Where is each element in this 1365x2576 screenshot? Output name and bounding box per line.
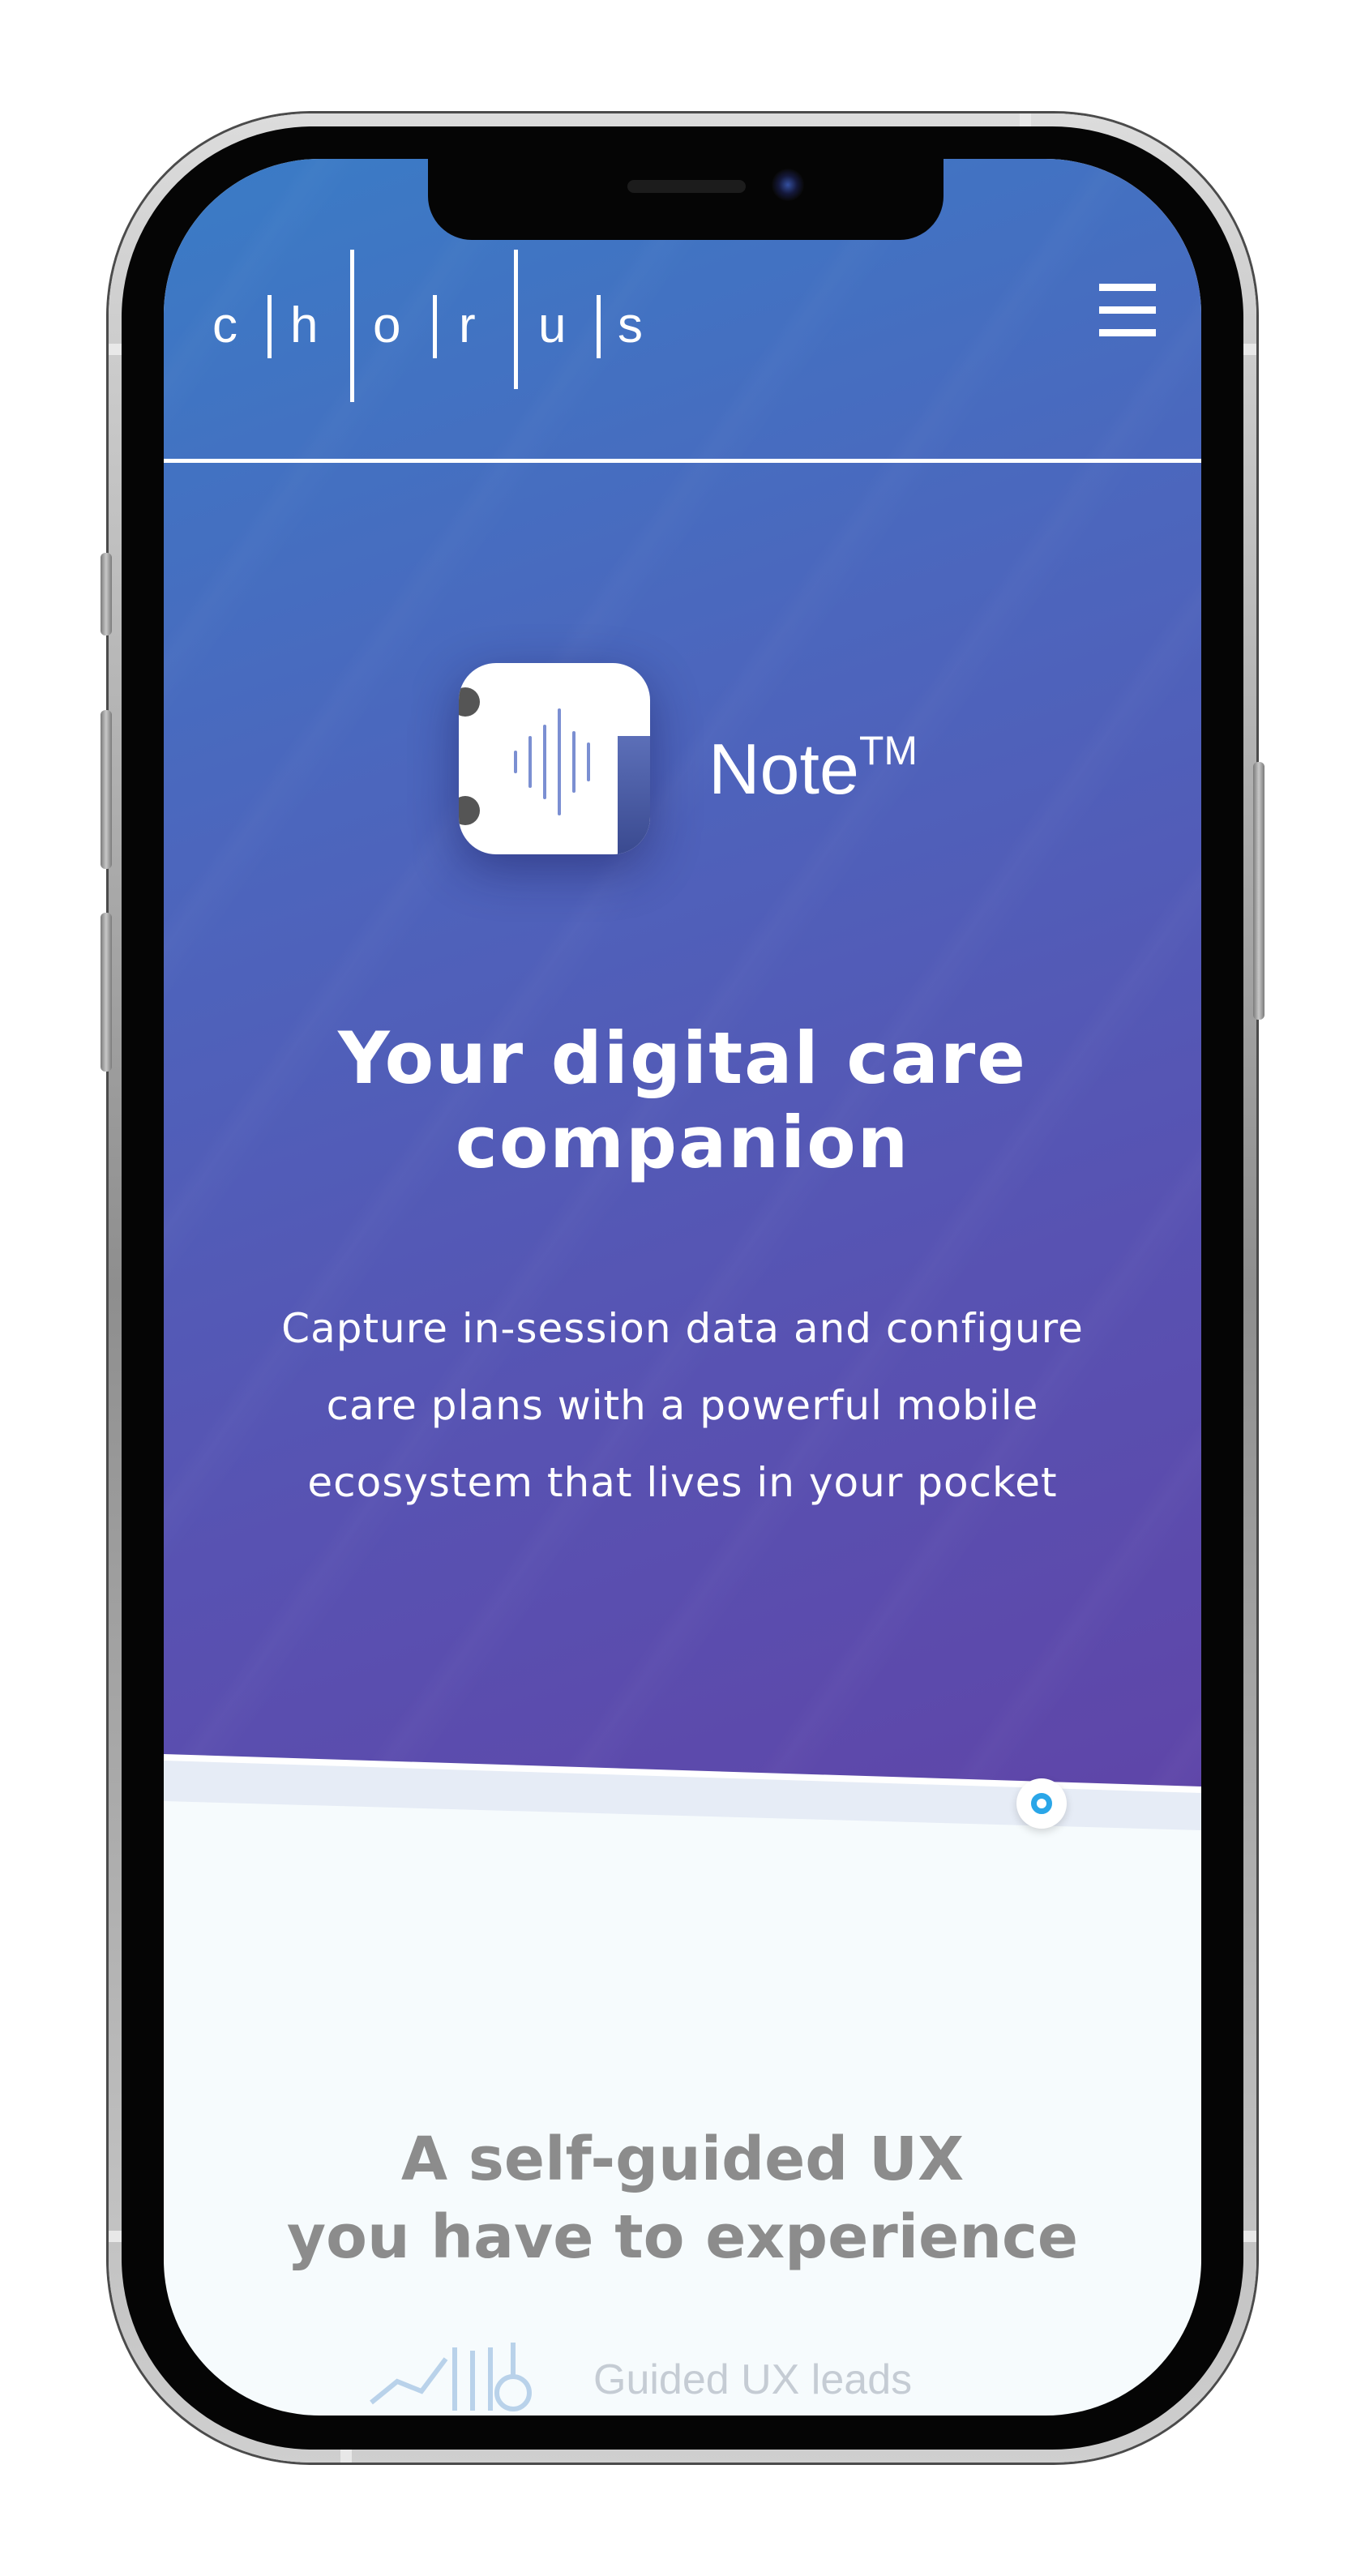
hamburger-menu-icon[interactable] [1099, 284, 1156, 340]
section-title: A self-guided UX you have to experience [164, 2120, 1201, 2276]
phone-screen: c h o r u s NoteTM Your digital care com… [164, 159, 1201, 2416]
waveform-bar [514, 751, 517, 773]
hero-subtitle: Capture in-session data and configure ca… [229, 1290, 1136, 1521]
phone-notch [428, 159, 944, 240]
waveform-bar [587, 742, 590, 781]
feature-item: Guided UX leads [368, 2339, 1146, 2416]
logo-divider [433, 295, 437, 358]
volume-up-button [101, 710, 112, 869]
menu-line [1099, 284, 1156, 291]
speaker-grille [627, 180, 746, 193]
waveform-bar [572, 731, 576, 793]
logo-letter-s: s [618, 297, 643, 353]
logo-letter-r: r [459, 297, 476, 353]
volume-down-button [101, 913, 112, 1072]
antenna-line [1020, 113, 1031, 126]
header-divider [164, 459, 1201, 463]
logo-divider [597, 295, 601, 358]
app-icon-edge [618, 736, 650, 854]
antenna-line [109, 2231, 122, 2242]
app-name-text: Note [708, 729, 859, 809]
note-app-icon [459, 663, 650, 854]
antenna-line [1243, 344, 1256, 355]
timeline-marker[interactable] [1016, 1778, 1067, 1829]
antenna-line [1243, 2231, 1256, 2242]
menu-line [1099, 306, 1156, 314]
waveform-bar [543, 725, 546, 799]
binder-ring-icon [459, 796, 480, 825]
power-button [1253, 762, 1264, 1020]
hero-title-line: companion [455, 1101, 910, 1184]
page: c h o r u s NoteTM Your digital care com… [0, 0, 1365, 2576]
logo-divider [267, 295, 272, 358]
antenna-line [109, 344, 122, 355]
chart-bars-icon [370, 2343, 532, 2411]
hero-title: Your digital care companion [164, 1016, 1201, 1185]
logo-letter-o: o [373, 297, 401, 353]
menu-line [1099, 329, 1156, 336]
hero-subtitle-line: Capture in-session data and configure [281, 1305, 1084, 1352]
hero-subtitle-line: care plans with a powerful mobile [326, 1382, 1039, 1429]
logo-letter-u: u [538, 297, 567, 353]
hero-subtitle-line: ecosystem that lives in your pocket [307, 1459, 1058, 1506]
logo-letter-h: h [290, 297, 319, 353]
feature-text: Guided UX leads [593, 2356, 913, 2403]
antenna-line [340, 2450, 352, 2463]
logo-divider [514, 250, 518, 389]
hero-title-line: Your digital care [338, 1016, 1027, 1100]
logo-letter-c: c [212, 297, 237, 353]
trademark-mark: TM [858, 727, 918, 773]
logo-divider [350, 250, 354, 402]
front-camera [772, 169, 804, 201]
waveform-bar [528, 736, 532, 788]
chorus-logo[interactable]: c h o r u s [212, 250, 666, 412]
silent-switch [101, 553, 112, 635]
section-title-line: A self-guided UX [400, 2125, 965, 2194]
app-name: NoteTM [708, 728, 918, 811]
binder-ring-icon [459, 687, 480, 717]
waveform-bar [558, 708, 561, 815]
section-title-line: you have to experience [286, 2202, 1079, 2272]
